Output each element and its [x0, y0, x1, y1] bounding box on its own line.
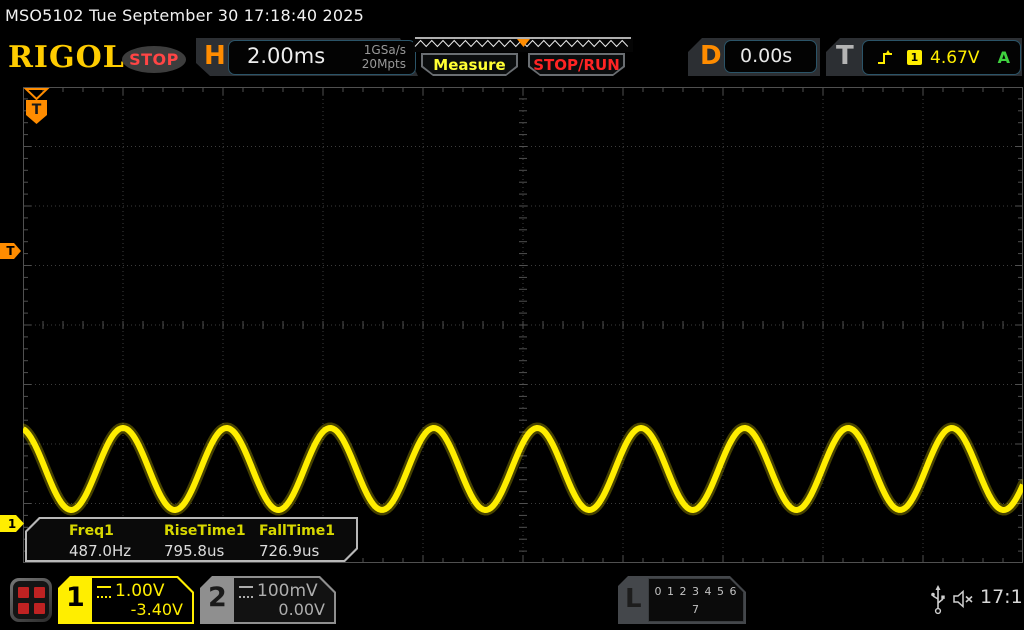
trigger-label: T: [836, 39, 854, 73]
sample-rate: 1GSa/s: [364, 43, 406, 57]
speaker-muted-icon[interactable]: [952, 589, 976, 609]
window-title: MSO5102 Tue September 30 17:18:40 2025: [0, 0, 1024, 32]
ch1-offset-marker[interactable]: 1: [0, 515, 24, 532]
measurement-label: RiseTime1: [164, 523, 246, 539]
channel2-offset: 0.00V: [278, 600, 325, 619]
trigger-sweep-mode: A: [998, 48, 1010, 67]
channel1-offset: -3.40V: [131, 600, 183, 619]
horizontal-label: H: [204, 39, 226, 73]
channel1-number: 1: [66, 582, 85, 613]
measurement-value: 487.0Hz: [69, 542, 131, 560]
channel2-number: 2: [208, 582, 227, 613]
ch1-waveform: [23, 87, 1023, 563]
measure-button-label: Measure: [423, 55, 516, 74]
usb-icon: [930, 585, 946, 615]
menu-button[interactable]: [10, 578, 52, 622]
timebase-value: 2.00ms: [247, 44, 325, 68]
trigger-position-marker[interactable]: T: [23, 87, 50, 127]
rising-edge-icon: [877, 49, 895, 66]
svg-text:T: T: [32, 102, 42, 118]
trigger-level-marker[interactable]: T: [0, 243, 21, 259]
channel1-readout: 1.00V -3.40V: [92, 578, 192, 622]
stop-run-button-label: STOP/RUN: [530, 55, 623, 74]
channel1-scale: 1.00V: [115, 581, 164, 601]
measurement-panel[interactable]: Freq1 487.0Hz RiseTime1 795.8us FallTime…: [25, 517, 358, 562]
graticule: T: [23, 87, 1023, 563]
logic-analyzer-widget[interactable]: L 0 1 2 3 4 5 6 7 8 9 10 11 12 13 14 15: [618, 576, 746, 624]
channel2-readout: 100mV 0.00V: [234, 578, 334, 622]
measure-button[interactable]: Measure: [421, 53, 518, 76]
ch1-offset-marker-label: 1: [8, 517, 16, 531]
oscilloscope-screen: MSO5102 Tue September 30 17:18:40 2025 R…: [0, 0, 1024, 630]
measurement-value: 795.8us: [164, 542, 224, 560]
sample-rate-readout: 1GSa/s 20Mpts: [362, 43, 406, 71]
measurement-label: Freq1: [69, 523, 114, 539]
channel2-widget[interactable]: 2 100mV 0.00V: [200, 576, 336, 624]
delay-label: D: [700, 39, 722, 73]
trigger-level-marker-label: T: [6, 244, 14, 258]
acquisition-status-badge: STOP: [122, 46, 186, 73]
brand-logo: RIGOL: [8, 40, 125, 75]
dc-coupling-icon: [97, 586, 111, 598]
measurement-panel-body: Freq1 487.0Hz RiseTime1 795.8us FallTime…: [27, 519, 356, 560]
delay-value-box[interactable]: 0.00s: [724, 40, 817, 73]
measurement-label: FallTime1: [259, 523, 335, 539]
clock: 17:17: [980, 586, 1024, 608]
digital-channels-row2: 8 9 10 11 12 13 14 15: [655, 620, 737, 630]
preview-zigzag-icon: [413, 37, 633, 52]
trigger-source-badge: 1: [907, 50, 922, 65]
measurement-value: 726.9us: [259, 542, 319, 560]
channel2-scale: 100mV: [257, 581, 318, 601]
delay-value: 0.00s: [740, 45, 792, 67]
logic-analyzer-label: L: [625, 584, 642, 614]
digital-channels-readout: 0 1 2 3 4 5 6 7 8 9 10 11 12 13 14 15: [648, 578, 744, 622]
digital-channels-row1: 0 1 2 3 4 5 6 7: [655, 585, 738, 616]
memory-depth: 20Mpts: [362, 57, 406, 71]
grid-menu-icon: [13, 581, 49, 619]
trigger-info-box[interactable]: 1 4.67V A: [862, 40, 1021, 75]
waveform-preview-strip[interactable]: [413, 37, 633, 52]
dc-coupling-icon: [239, 586, 253, 598]
channel1-widget[interactable]: 1 1.00V -3.40V: [58, 576, 194, 624]
trigger-level-value: 4.67V: [930, 48, 979, 68]
stop-run-button[interactable]: STOP/RUN: [528, 53, 625, 76]
timebase-box[interactable]: 2.00ms 1GSa/s 20Mpts: [228, 40, 416, 75]
